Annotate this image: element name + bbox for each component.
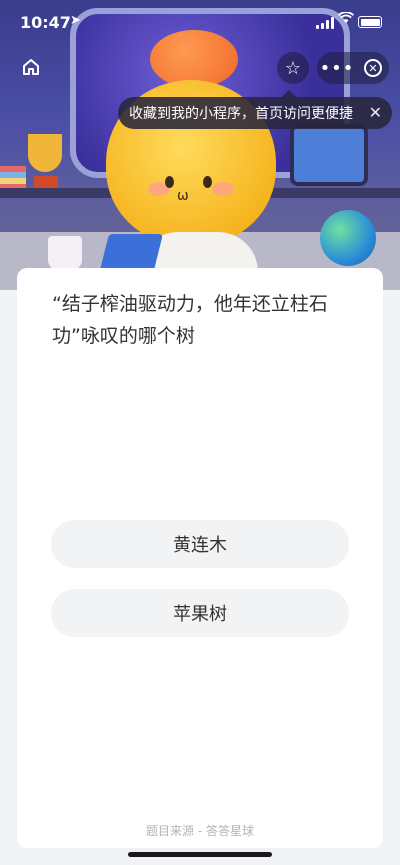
answer-option-label: 黄连木 — [173, 535, 227, 556]
cup — [48, 236, 82, 270]
books — [0, 166, 26, 188]
more-icon: ••• — [319, 57, 355, 79]
answer-option[interactable]: 苹果树 — [51, 589, 349, 637]
miniprogram-capsule: ☆ ••• ✕ — [277, 52, 389, 84]
more-button[interactable]: ••• — [317, 52, 357, 84]
answer-option-label: 苹果树 — [173, 604, 227, 625]
exit-button[interactable]: ✕ — [357, 52, 389, 84]
signal-icon — [316, 17, 334, 29]
question-card: “结子榨油驱动力，他年还立柱石功”咏叹的哪个树 黄连木 苹果树 题目来源 - 答… — [17, 268, 383, 848]
favorite-tip: 收藏到我的小程序，首页访问更便捷 ✕ — [118, 90, 392, 129]
mascot-eye — [203, 176, 212, 188]
location-arrow-icon: ➤ — [70, 13, 81, 28]
monitor — [290, 124, 368, 186]
wifi-icon — [337, 11, 355, 28]
trophy-base — [34, 176, 58, 188]
close-icon[interactable]: ✕ — [369, 103, 382, 122]
question-text: “结子榨油驱动力，他年还立柱石功”咏叹的哪个树 — [52, 293, 328, 347]
mascot-cheek — [212, 182, 234, 196]
close-circle-icon: ✕ — [364, 59, 382, 77]
favorite-button[interactable]: ☆ — [277, 52, 309, 84]
status-bar: 10:47 ➤ — [0, 0, 400, 44]
question-source: 题目来源 - 答答星球 — [146, 824, 254, 838]
mascot-eye — [165, 176, 174, 188]
answer-option[interactable]: 黄连木 — [51, 520, 349, 568]
battery-icon — [358, 16, 382, 28]
home-button[interactable] — [16, 54, 46, 84]
trophy — [28, 134, 62, 172]
globe — [320, 210, 376, 266]
mascot-mouth: ω — [177, 188, 189, 204]
home-indicator[interactable] — [128, 852, 272, 857]
status-time: 10:47 — [20, 13, 71, 32]
favorite-tip-text: 收藏到我的小程序，首页访问更便捷 — [129, 106, 353, 122]
home-icon — [21, 57, 41, 81]
star-icon: ☆ — [284, 57, 302, 79]
